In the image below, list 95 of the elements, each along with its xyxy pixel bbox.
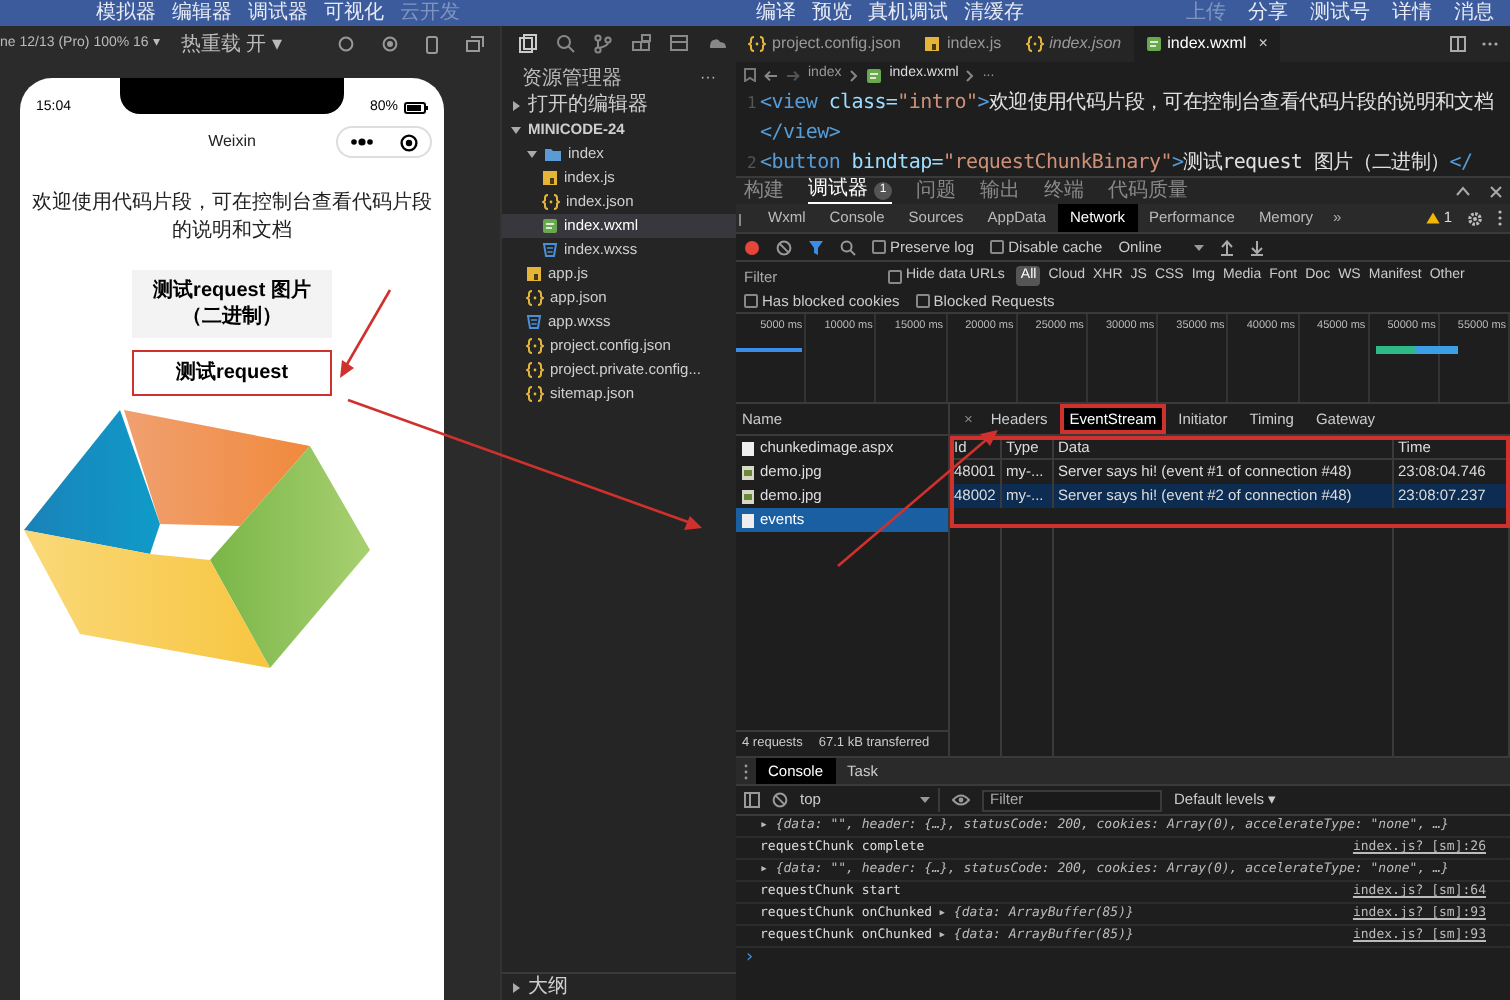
checkbox[interactable] (872, 240, 886, 254)
panel-tab[interactable]: 输出 (980, 178, 1020, 204)
extensions-icon[interactable] (632, 34, 652, 54)
hot-reload-toggle[interactable]: 热重载 开 ▾ (180, 29, 282, 59)
braces-icon (526, 290, 544, 306)
branch-icon[interactable] (594, 34, 614, 54)
panel-tab[interactable]: 代码质量 (1108, 178, 1188, 204)
css-file-icon (526, 314, 542, 330)
wxml-file-icon (542, 218, 558, 234)
js-file-icon (526, 266, 542, 282)
menu-item[interactable]: 消息 (1454, 3, 1494, 23)
chevron-right-icon (849, 69, 858, 81)
code-line: <button bindtap="requestChunkBinary">测试request 图片（二进制）</ (760, 149, 1475, 176)
console-prompt: › (742, 948, 757, 970)
files-icon[interactable] (518, 34, 538, 54)
sidebar-icon[interactable] (744, 792, 760, 808)
request-button[interactable]: 测试request (132, 350, 332, 396)
editor-tab[interactable]: index.wxml × (1133, 26, 1280, 62)
code-line: <view class="intro">欢迎使用代码片段，可在控制台查看代码片段的说明和文档 </view> (760, 89, 1496, 148)
clear-icon[interactable] (772, 792, 788, 808)
intro-text: 欢迎使用代码片段，可在控制台查看代码片段的说明和文档 (30, 190, 434, 246)
download-icon[interactable] (1249, 239, 1264, 255)
editor-tab[interactable]: project.config.json (736, 26, 913, 62)
chevron-icon[interactable] (510, 981, 522, 993)
record-button-icon[interactable] (744, 239, 760, 255)
js-file-icon (924, 36, 941, 52)
editor-tab[interactable]: index.json (1013, 26, 1134, 62)
close-target-icon[interactable] (399, 133, 418, 151)
close-tab-button[interactable]: × (1258, 32, 1268, 56)
back-arrow-icon[interactable] (764, 69, 778, 81)
phone-icon[interactable] (426, 35, 438, 53)
upload-icon[interactable] (1219, 239, 1234, 255)
chevron-icon[interactable] (510, 124, 522, 136)
settings-icon[interactable] (1466, 209, 1484, 227)
checkbox[interactable] (888, 269, 902, 283)
folder-icon (544, 146, 562, 162)
wxml-file-icon (1145, 36, 1162, 52)
checkbox[interactable] (915, 294, 930, 308)
braces-icon (1025, 36, 1044, 52)
chevron-up-icon[interactable] (1456, 186, 1470, 196)
eye-icon[interactable] (952, 794, 970, 806)
panel-tab[interactable]: 构建 (744, 178, 784, 204)
record-icon[interactable] (382, 36, 398, 52)
more-icon[interactable] (350, 138, 375, 146)
braces-icon (542, 194, 560, 210)
menu-item[interactable]: 真机调试 (868, 3, 948, 23)
braces-icon (526, 362, 544, 378)
request-button[interactable]: 测试request 图片（二进制） (132, 270, 332, 338)
braces-icon (526, 338, 544, 354)
menu-item[interactable]: 模拟器 (96, 3, 156, 23)
more-button[interactable]: ··· (700, 66, 716, 90)
checkbox[interactable] (744, 294, 758, 308)
menu-item[interactable]: 清缓存 (964, 3, 1024, 23)
dropdown-caret-icon (1193, 243, 1204, 251)
filter-icon[interactable] (808, 239, 824, 255)
capsule-menu[interactable] (336, 126, 432, 158)
checkbox[interactable] (990, 240, 1005, 254)
chevron-icon[interactable] (510, 100, 522, 112)
menu-item[interactable]: 详情 (1392, 3, 1432, 23)
panel-tab[interactable]: 问题 (916, 178, 956, 204)
menu-item[interactable]: 预览 (812, 3, 852, 23)
menu-item[interactable]: 分享 (1248, 3, 1288, 23)
panel-icon[interactable] (670, 34, 690, 54)
editor-tab[interactable]: index.js (912, 26, 1014, 62)
explorer-title: 资源管理器 (522, 65, 622, 93)
cloud-icon[interactable] (708, 34, 728, 54)
split-editor-icon[interactable] (1450, 36, 1466, 52)
chevron-right-icon (966, 69, 975, 81)
circle-icon[interactable] (338, 36, 354, 52)
menu-item[interactable]: 调试器 (248, 3, 308, 23)
menu-item[interactable]: 编辑器 (172, 3, 232, 23)
dropdown-caret-icon (920, 796, 930, 804)
bookmark-icon[interactable] (744, 68, 756, 82)
braces-icon (526, 386, 544, 402)
warning-icon (1425, 212, 1440, 224)
braces-icon (748, 36, 766, 52)
js-file-icon (542, 170, 558, 186)
menu-item[interactable]: 测试号 (1310, 3, 1370, 23)
clear-icon[interactable] (776, 239, 792, 255)
search-icon[interactable] (840, 239, 856, 255)
annotation-arrow (340, 289, 392, 378)
nav-title: Weixin (208, 130, 256, 154)
close-icon[interactable] (1490, 185, 1502, 197)
document-icon (742, 441, 754, 455)
search-icon[interactable] (556, 34, 576, 54)
windows-icon[interactable] (466, 36, 484, 52)
wxml-file-icon (865, 67, 882, 83)
css-file-icon (542, 242, 558, 258)
menu-item[interactable]: 可视化 (324, 3, 384, 23)
document-icon (742, 513, 754, 527)
menu-item[interactable]: 编译 (756, 3, 796, 23)
file-tree-item[interactable]: 打开的编辑器 (502, 94, 736, 118)
panel-tab[interactable]: 终端 (1044, 178, 1084, 204)
chevron-icon[interactable] (526, 148, 538, 160)
battery-icon (404, 101, 428, 114)
